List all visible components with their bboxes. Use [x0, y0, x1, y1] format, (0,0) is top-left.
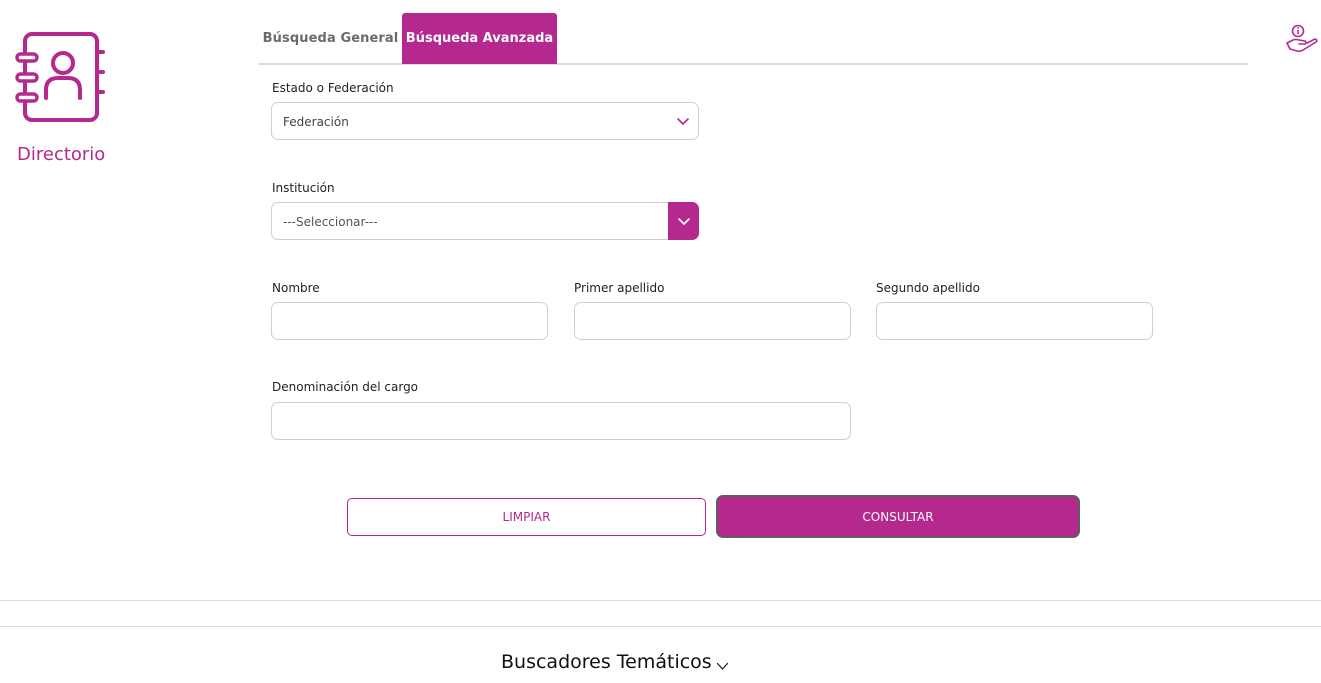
segundo-apellido-field	[876, 302, 1153, 340]
tab-label: Búsqueda Avanzada	[405, 31, 554, 46]
consultar-button[interactable]: CONSULTAR	[716, 495, 1080, 538]
cargo-field	[271, 402, 851, 440]
tab-label: Búsqueda General	[262, 31, 399, 46]
estado-label: Estado o Federación	[272, 81, 394, 95]
segundo-apellido-label: Segundo apellido	[876, 281, 980, 295]
institucion-label: Institución	[272, 181, 335, 195]
cargo-label: Denominación del cargo	[272, 380, 419, 394]
chevron-down-icon	[677, 217, 690, 225]
tab-busqueda-avanzada[interactable]: Búsqueda Avanzada	[402, 13, 557, 64]
primer-apellido-label: Primer apellido	[574, 281, 665, 295]
nombre-field	[271, 302, 548, 340]
chevron-down-icon[interactable]	[716, 662, 729, 671]
divider	[0, 600, 1321, 601]
address-book-icon	[15, 32, 105, 122]
nombre-label: Nombre	[272, 281, 320, 295]
segundo-apellido-input[interactable]	[877, 303, 1152, 339]
institucion-selected-value: ---Seleccionar---	[283, 215, 378, 229]
institucion-dropdown-button[interactable]	[668, 202, 699, 240]
search-tabs: Búsqueda General Búsqueda Avanzada	[259, 13, 1248, 65]
cargo-input[interactable]	[272, 403, 850, 439]
limpiar-button[interactable]: LIMPIAR	[347, 498, 706, 536]
page: Directorio Búsqueda General Búsqueda Ava…	[0, 0, 1321, 683]
primer-apellido-input[interactable]	[575, 303, 850, 339]
buscadores-tematicos-toggle[interactable]: Buscadores Temáticos	[501, 651, 712, 673]
brand-label: Directorio	[17, 144, 106, 165]
tab-busqueda-general[interactable]: Búsqueda General	[259, 13, 402, 64]
hand-info-icon[interactable]	[1285, 24, 1319, 54]
primer-apellido-field	[574, 302, 851, 340]
estado-select[interactable]: Federación	[271, 102, 699, 140]
nombre-input[interactable]	[272, 303, 547, 339]
institucion-select[interactable]: ---Seleccionar---	[271, 202, 699, 240]
divider	[0, 626, 1321, 627]
estado-selected-value: Federación	[283, 115, 349, 129]
chevron-down-icon	[677, 118, 689, 125]
